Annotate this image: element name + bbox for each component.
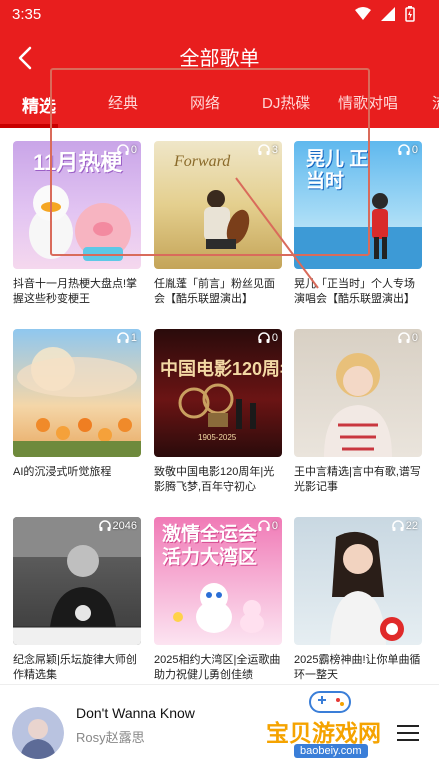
playlist-title[interactable]: AI的沉浸式听觉旅程	[13, 465, 141, 495]
play-count-value: 0	[411, 144, 418, 156]
playlist-cover[interactable]: Forward 3	[154, 141, 282, 269]
headphones-icon	[258, 332, 270, 343]
playlist-title[interactable]: 2025相约大湾区|全运歌曲助力祝健儿勇创佳绩	[154, 653, 282, 683]
playlist-card[interactable]: 中国电影120周年 1905-2025 0 致敬中国电影120周年|光影腾飞梦,…	[154, 329, 282, 495]
header: 全部歌单 精选 经典 网络 DJ热碟 情歌对唱 流	[0, 30, 439, 128]
playlist-cover[interactable]: 11月热梗 0	[13, 141, 141, 269]
play-count: 0	[398, 144, 418, 156]
playlist-card[interactable]: 1 AI的沉浸式听觉旅程	[13, 329, 141, 495]
play-count-value: 0	[130, 144, 137, 156]
status-icons	[355, 6, 415, 22]
tab-dj[interactable]: DJ热碟	[262, 92, 310, 113]
play-count: 2046	[98, 520, 137, 532]
playlist-title[interactable]: 抖音十一月热梗大盘点!掌握这些秒变梗王	[13, 277, 141, 307]
playlist-title[interactable]: 王中言精选|言中有歌,谱写光影记事	[294, 465, 422, 495]
cover-text: 晃儿 正当时	[306, 149, 369, 192]
player-album-art[interactable]	[12, 707, 64, 759]
tab-internet[interactable]: 网络	[190, 92, 220, 113]
tab-pop[interactable]: 流	[432, 92, 439, 113]
wifi-icon	[355, 7, 371, 20]
play-count-value: 0	[271, 520, 278, 532]
player-artist: Rosy赵露思	[76, 730, 145, 745]
playlist-title[interactable]: 2025霸榜神曲!让你单曲循环一整天	[294, 653, 422, 683]
headphones-icon	[98, 520, 111, 531]
playlist-card[interactable]: 0 王中言精选|言中有歌,谱写光影记事	[294, 329, 422, 495]
play-count-value: 22	[405, 520, 418, 532]
tab-featured[interactable]: 精选	[22, 92, 56, 117]
play-count-value: 0	[411, 332, 418, 344]
cover-art	[330, 531, 404, 645]
cover-art	[13, 347, 141, 457]
play-count: 0	[258, 332, 278, 344]
play-count: 1	[117, 332, 137, 344]
page-title: 全部歌单	[179, 48, 260, 70]
playlist-title[interactable]: 晃儿「正当时」个人专场演唱会【酷乐联盟演出】	[294, 277, 422, 307]
play-count: 22	[392, 520, 418, 532]
cover-subtext: 1905-2025	[198, 433, 237, 442]
playlist-cover[interactable]: 2046	[13, 517, 141, 645]
playlist-cover[interactable]: 激情全运会 活力大湾区 0	[154, 517, 282, 645]
playlist-card[interactable]: 2046 纪念屌颖|乐坛旋律大师创作精选集	[13, 517, 141, 683]
play-count-value: 0	[271, 332, 278, 344]
playlist-title[interactable]: 任胤蓬「前言」粉丝见面会【酷乐联盟演出】	[154, 277, 282, 307]
play-count: 0	[398, 332, 418, 344]
play-count: 0	[117, 144, 137, 156]
play-count-value: 2046	[112, 520, 137, 532]
headphones-icon	[258, 144, 270, 155]
headphones-icon	[392, 520, 404, 531]
cover-text: 11月热梗	[33, 150, 123, 175]
tab-classic[interactable]: 经典	[108, 92, 138, 113]
playlist-title[interactable]: 致敬中国电影120周年|光影腾飞梦,百年守初心	[154, 465, 282, 495]
cover-text: 中国电影120周年	[160, 359, 282, 379]
cover-art	[13, 517, 141, 645]
playlist-cover[interactable]: 0	[294, 329, 422, 457]
site-watermark: 宝贝游戏网 baobeiy.com	[256, 688, 424, 772]
watermark-url: baobeiy.com	[294, 744, 368, 758]
headphones-icon	[117, 144, 129, 155]
tab-duet[interactable]: 情歌对唱	[338, 92, 398, 113]
playlist-card[interactable]: 22 2025霸榜神曲!让你单曲循环一整天	[294, 517, 422, 683]
headphones-icon	[117, 332, 129, 343]
signal-icon	[381, 7, 395, 21]
watermark-text: 宝贝游戏网	[266, 720, 381, 746]
playlist-cover[interactable]: 22	[294, 517, 422, 645]
headphones-icon	[258, 520, 270, 531]
playlist-card[interactable]: 激情全运会 活力大湾区 0 2025相约大湾区|全运歌曲助力祝健儿勇创佳绩	[154, 517, 282, 683]
playlist-title[interactable]: 纪念屌颖|乐坛旋律大师创作精选集	[13, 653, 141, 683]
playlist-cover[interactable]: 1	[13, 329, 141, 457]
category-tabs: 精选 经典 网络 DJ热碟 情歌对唱 流	[0, 92, 439, 128]
play-count: 3	[258, 144, 278, 156]
status-time: 3:35	[12, 6, 42, 23]
status-bar: 3:35	[0, 0, 439, 30]
headphones-icon	[398, 332, 410, 343]
play-count: 0	[258, 520, 278, 532]
cover-art	[324, 353, 392, 457]
playlist-card[interactable]: Forward 3 任胤蓬「前言」粉丝见面会【酷乐联盟演出】	[154, 141, 282, 307]
playlist-cover[interactable]: 晃儿 正当时 0	[294, 141, 422, 269]
gamepad-icon	[309, 691, 351, 713]
playlist-card[interactable]: 11月热梗 0 抖音十一月热梗大盘点!掌握这些秒变梗王	[13, 141, 141, 307]
tab-underline	[0, 124, 58, 128]
cover-text: Forward	[174, 153, 231, 170]
playlist-cover[interactable]: 中国电影120周年 1905-2025 0	[154, 329, 282, 457]
battery-icon	[405, 6, 415, 22]
album-art-image	[12, 707, 64, 759]
playlist-card[interactable]: 晃儿 正当时 0 晃儿「正当时」个人专场演唱会【酷乐联盟演出】	[294, 141, 422, 307]
play-count-value: 1	[130, 332, 137, 344]
headphones-icon	[398, 144, 410, 155]
player-song-title: Don't Wanna Know	[76, 705, 195, 721]
play-count-value: 3	[271, 144, 278, 156]
